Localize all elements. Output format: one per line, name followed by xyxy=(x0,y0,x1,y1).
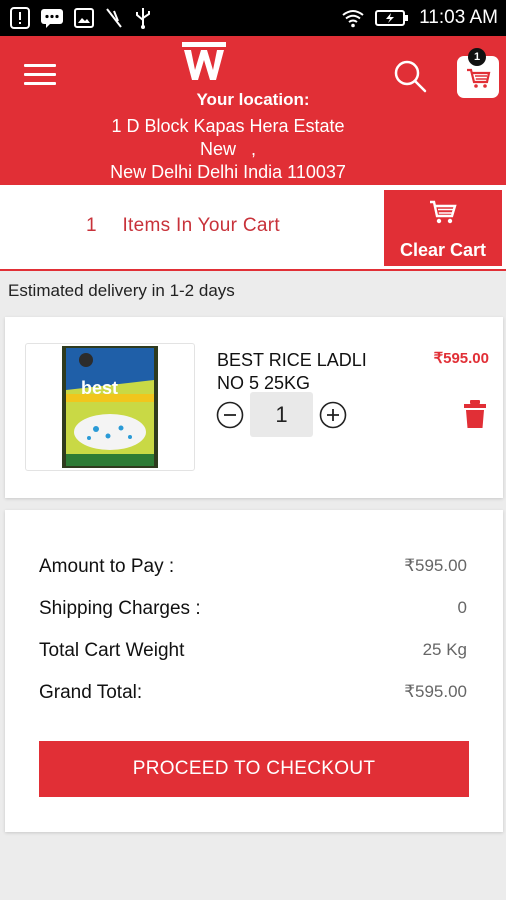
cart-summary-bar: 1 Items In Your Cart Clear Cart xyxy=(0,185,506,271)
usb-icon xyxy=(136,8,150,29)
system-icons: 11:03 AM xyxy=(341,6,498,30)
delivery-estimate: Estimated delivery in 1-2 days xyxy=(8,281,235,300)
clock: 11:03 AM xyxy=(419,7,498,28)
location-line-2: New , xyxy=(199,139,256,159)
alert-icon xyxy=(10,7,30,29)
product-image[interactable]: best xyxy=(25,343,195,471)
quantity-input[interactable] xyxy=(250,392,313,437)
clear-cart-button[interactable]: Clear Cart xyxy=(384,190,502,266)
items-count-text: 1 Items In Your Cart xyxy=(86,215,280,237)
cart-icon xyxy=(430,200,457,224)
grand-total-value: ₹595.00 xyxy=(404,682,467,701)
cart-item-card: best BEST RICE LADLI NO 5 25KG ₹595.00 xyxy=(5,317,503,498)
grand-total-label: Grand Total: xyxy=(39,682,143,703)
cart-badge: 1 xyxy=(468,48,486,66)
notification-icons xyxy=(10,6,152,30)
location-line-3: New Delhi Delhi India 110037 xyxy=(110,162,346,182)
image-icon xyxy=(74,8,94,28)
cart-weight-value: 25 Kg xyxy=(422,640,467,659)
order-summary-card: Amount to Pay : ₹595.00 Shipping Charges… xyxy=(5,510,503,832)
battery-icon xyxy=(375,10,409,26)
no-sim-icon xyxy=(106,8,122,28)
proceed-to-checkout-button[interactable]: PROCEED TO CHECKOUT xyxy=(39,741,469,797)
product-price: ₹595.00 xyxy=(433,350,489,367)
rice-bag-image: best xyxy=(62,346,158,468)
product-name[interactable]: BEST RICE LADLI NO 5 25KG xyxy=(217,349,397,395)
items-count: 1 xyxy=(86,215,97,236)
plus-icon[interactable] xyxy=(319,401,347,429)
clear-cart-label: Clear Cart xyxy=(399,240,487,260)
shipping-charges-value: 0 xyxy=(457,598,467,617)
items-label: Items In Your Cart xyxy=(122,215,280,236)
search-icon[interactable] xyxy=(392,58,428,94)
app-header: 1 Your location: 1 D Block Kapas Hera Es… xyxy=(0,36,506,185)
chat-icon xyxy=(41,9,63,28)
amount-to-pay-value: ₹595.00 xyxy=(404,556,467,575)
cart-weight-label: Total Cart Weight xyxy=(39,640,185,661)
minus-icon[interactable] xyxy=(216,401,244,429)
shipping-charges-label: Shipping Charges : xyxy=(39,598,201,619)
brand-logo[interactable] xyxy=(182,42,226,84)
trash-icon[interactable] xyxy=(464,399,486,429)
location-line-1: 1 D Block Kapas Hera Estate xyxy=(111,116,345,136)
wifi-icon xyxy=(342,10,364,28)
amount-to-pay-label: Amount to Pay : xyxy=(39,556,175,577)
menu-icon[interactable] xyxy=(24,64,56,88)
status-bar: 11:03 AM xyxy=(0,0,506,36)
location-label: Your location: xyxy=(196,90,310,109)
brand-text: best xyxy=(81,378,118,398)
